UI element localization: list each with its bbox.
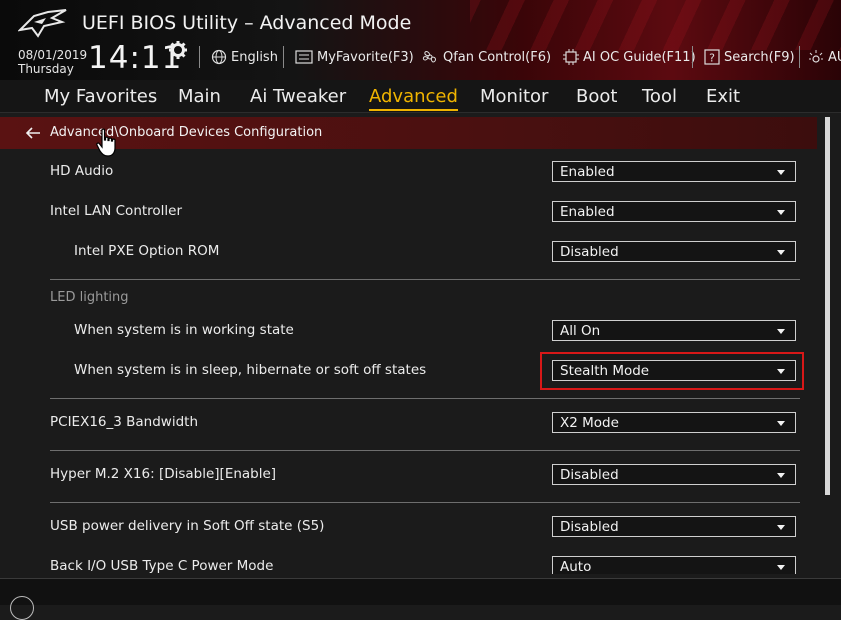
myfavorite-button[interactable]: MyFavorite(F3)	[295, 48, 414, 66]
rog-logo-icon	[18, 9, 67, 38]
chevron-down-icon	[777, 329, 785, 334]
menu-label: Main	[178, 86, 221, 107]
language-button[interactable]: English	[211, 48, 278, 66]
search-button[interactable]: ? Search(F9)	[704, 48, 795, 66]
usb-power-delivery-dropdown[interactable]: Disabled	[552, 516, 796, 537]
aura-icon	[809, 50, 823, 63]
setting-label: Intel PXE Option ROM	[74, 243, 220, 259]
dropdown-value: Enabled	[560, 204, 615, 220]
setting-label: USB power delivery in Soft Off state (S5…	[50, 518, 325, 534]
ai-oc-guide-label: AI OC Guide(F11)	[583, 49, 696, 65]
menu-boot[interactable]: Boot	[576, 86, 617, 107]
info-icon	[10, 596, 34, 620]
settings-panel: HD Audio Enabled Intel LAN Controller En…	[0, 149, 817, 574]
main-menu: My Favorites Main Ai Tweaker Advanced Mo…	[0, 80, 841, 113]
setting-label: PCIEX16_3 Bandwidth	[50, 414, 199, 430]
divider	[50, 502, 800, 503]
date-text: 08/01/2019	[18, 48, 88, 62]
breadcrumb: Advanced\Onboard Devices Configuration	[0, 117, 817, 149]
menu-ai-tweaker[interactable]: Ai Tweaker	[250, 86, 346, 107]
hyper-m2-dropdown[interactable]: Disabled	[552, 464, 796, 485]
divider	[50, 279, 800, 280]
toolbar-separator	[199, 46, 200, 68]
header-bar: UEFI BIOS Utility – Advanced Mode 08/01/…	[0, 0, 841, 80]
search-help-icon: ?	[704, 49, 720, 65]
search-label: Search(F9)	[724, 49, 795, 65]
chevron-down-icon	[777, 525, 785, 530]
setting-label: When system is in sleep, hibernate or so…	[74, 362, 427, 378]
favorite-list-icon	[295, 50, 313, 64]
myfavorite-label: MyFavorite(F3)	[317, 49, 414, 65]
language-label: English	[231, 49, 278, 65]
setting-label: Hyper M.2 X16: [Disable][Enable]	[50, 466, 277, 482]
scrollbar[interactable]	[825, 117, 830, 495]
menu-label: Monitor	[480, 86, 549, 107]
menu-my-favorites[interactable]: My Favorites	[44, 86, 157, 107]
usb-type-c-power-dropdown[interactable]: Auto	[552, 556, 796, 574]
menu-label: My Favorites	[44, 86, 158, 107]
menu-tool[interactable]: Tool	[642, 86, 677, 107]
toolbar-separator	[283, 46, 284, 68]
menu-label: Boot	[576, 86, 618, 107]
breadcrumb-path[interactable]: Advanced\Onboard Devices Configuration	[50, 125, 322, 140]
hd-audio-dropdown[interactable]: Enabled	[552, 161, 796, 182]
globe-icon	[211, 49, 227, 65]
chevron-down-icon	[777, 250, 785, 255]
back-arrow-icon[interactable]	[24, 125, 42, 141]
highlight-box	[540, 352, 804, 390]
led-working-state-dropdown[interactable]: All On	[552, 320, 796, 341]
dropdown-value: Enabled	[560, 164, 615, 180]
setting-label: HD Audio	[50, 163, 114, 179]
toolbar-separator	[799, 46, 800, 68]
fan-icon	[422, 51, 436, 63]
bottom-bar	[0, 579, 841, 605]
gear-icon[interactable]	[168, 40, 188, 60]
ai-chip-icon	[563, 49, 579, 65]
menu-main[interactable]: Main	[178, 86, 221, 107]
app-title: UEFI BIOS Utility – Advanced Mode	[82, 12, 412, 34]
header-decoration	[470, 0, 841, 50]
dropdown-value: Auto	[560, 559, 592, 574]
setting-label: When system is in working state	[74, 322, 294, 338]
chevron-down-icon	[777, 473, 785, 478]
svg-text:?: ?	[709, 52, 715, 65]
chevron-down-icon	[777, 170, 785, 175]
date-display: 08/01/2019 Thursday	[18, 48, 87, 76]
dropdown-value: Disabled	[560, 244, 619, 260]
dropdown-value: X2 Mode	[560, 415, 619, 431]
chevron-down-icon	[777, 565, 785, 570]
intel-pxe-dropdown[interactable]: Disabled	[552, 241, 796, 262]
qfan-button[interactable]: Qfan Control(F6)	[421, 48, 551, 66]
chevron-down-icon	[777, 210, 785, 215]
pciex16-bandwidth-dropdown[interactable]: X2 Mode	[552, 412, 796, 433]
toolbar-separator	[692, 46, 693, 68]
active-underline	[369, 109, 458, 111]
intel-lan-dropdown[interactable]: Enabled	[552, 201, 796, 222]
dropdown-value: Disabled	[560, 467, 619, 483]
chevron-down-icon	[777, 421, 785, 426]
menu-advanced[interactable]: Advanced	[369, 86, 458, 111]
menu-label: Ai Tweaker	[250, 86, 347, 107]
menu-label: Tool	[642, 86, 677, 107]
ai-oc-guide-button[interactable]: AI OC Guide(F11)	[563, 48, 696, 66]
menu-monitor[interactable]: Monitor	[480, 86, 548, 107]
dropdown-value: All On	[560, 323, 601, 339]
section-heading-led: LED lighting	[50, 290, 129, 305]
menu-exit[interactable]: Exit	[706, 86, 740, 107]
setting-label: Intel LAN Controller	[50, 203, 183, 219]
aura-button[interactable]: AU	[808, 48, 841, 66]
divider	[50, 398, 800, 399]
menu-label: Exit	[706, 86, 741, 107]
day-text: Thursday	[18, 62, 74, 76]
dropdown-value: Disabled	[560, 519, 619, 535]
menu-label: Advanced	[369, 86, 458, 107]
aura-label: AU	[828, 49, 841, 65]
setting-label: Back I/O USB Type C Power Mode	[50, 558, 274, 574]
divider	[50, 450, 800, 451]
qfan-label: Qfan Control(F6)	[443, 49, 552, 65]
